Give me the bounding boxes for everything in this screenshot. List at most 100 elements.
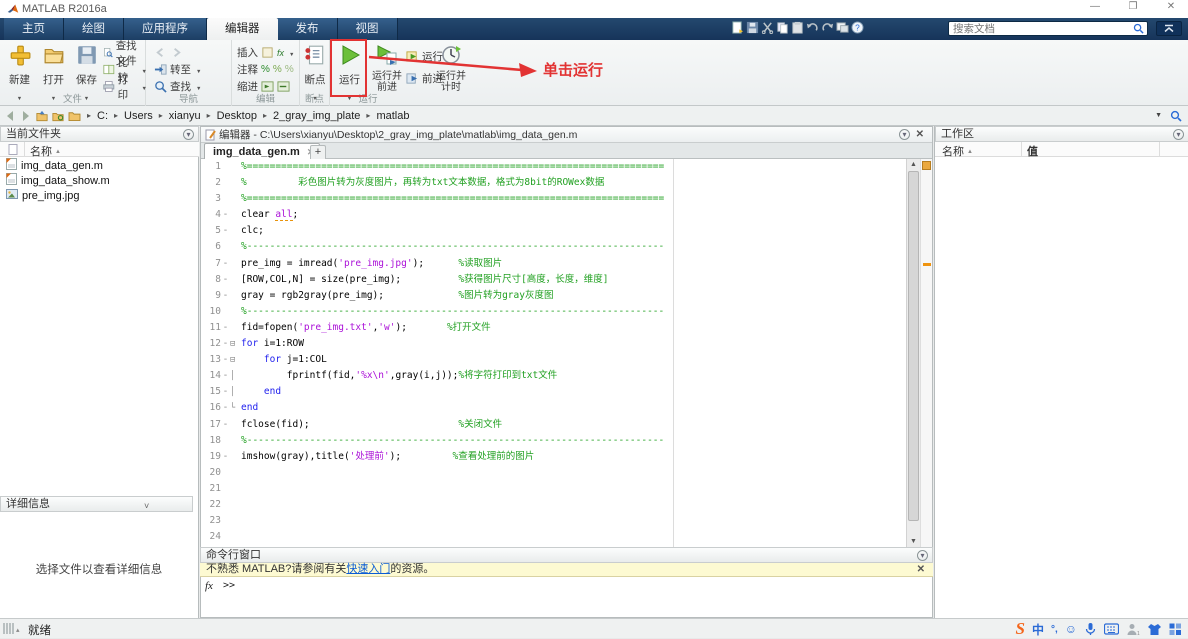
workspace-value-column[interactable]: 值 [1027, 143, 1038, 159]
folder-column-header[interactable]: 名称 [0, 142, 199, 157]
maximize-button[interactable]: ❐ [1118, 0, 1148, 16]
file-row[interactable]: img_data_show.m [0, 173, 199, 188]
code-line[interactable]: 11-fid=fopen('pre_img.txt','w'); %打开文件 [201, 320, 906, 336]
search-docs-input[interactable] [948, 21, 1148, 36]
ime-punctuation-icon[interactable]: °, [1051, 624, 1058, 635]
scroll-up-icon[interactable]: ▲ [907, 159, 920, 171]
breakpoints-button[interactable]: 断点 [299, 42, 331, 92]
cut-icon[interactable] [761, 21, 774, 34]
new-script-icon[interactable] [731, 21, 744, 34]
goto-button[interactable]: 转至 [154, 61, 228, 78]
code-line[interactable]: 9-gray = rgb2gray(pre_img); %图片转为gray灰度图 [201, 288, 906, 304]
analyzer-summary-icon[interactable] [922, 161, 931, 170]
forward-icon[interactable] [20, 110, 32, 122]
code-line[interactable]: 7-pre_img = imread('pre_img.jpg'); %读取图片 [201, 256, 906, 272]
new-tab-button[interactable]: + [310, 145, 326, 159]
details-chevron-icon[interactable]: ˅ [144, 499, 149, 514]
code-line[interactable]: 22 [201, 497, 906, 513]
up-folder-icon[interactable] [36, 110, 48, 122]
details-header[interactable]: 详细信息 ˅ [0, 496, 193, 512]
address-search-icon[interactable] [1170, 110, 1182, 122]
address-dropdown-icon[interactable]: ▼ [1155, 112, 1162, 119]
ime-keyboard-icon[interactable] [1104, 623, 1119, 635]
editor-menu-icon[interactable] [899, 129, 910, 140]
code-line[interactable]: 21 [201, 481, 906, 497]
undo-icon[interactable] [806, 21, 819, 34]
code-line[interactable]: 17-fclose(fid); %关闭文件 [201, 417, 906, 433]
ime-grid-icon[interactable] [1169, 623, 1182, 636]
minimize-button[interactable]: — [1080, 0, 1110, 16]
editor-tab[interactable]: img_data_gen.m ✕ [204, 143, 320, 159]
breadcrumb-part[interactable]: Desktop [217, 110, 257, 122]
ime-emoji-icon[interactable]: ☺ [1065, 622, 1077, 636]
back-icon[interactable] [4, 110, 16, 122]
search-icon[interactable] [1133, 23, 1144, 34]
open-button[interactable]: 打开 [37, 42, 70, 92]
code-line[interactable]: 13-⊟ for j=1:COL [201, 352, 906, 368]
status-grip-arrow-icon[interactable]: ▴ [16, 626, 20, 634]
workspace-column-header[interactable]: 名称 值 [935, 142, 1188, 157]
code-line[interactable]: 5-clc; [201, 223, 906, 239]
code-line[interactable]: 14-│ fprintf(fid,'%x\n',gray(i,j));%将字符打… [201, 368, 906, 384]
copy-icon[interactable] [776, 21, 789, 34]
workspace-name-column[interactable]: 名称 [942, 143, 973, 159]
code-line[interactable]: 23 [201, 513, 906, 529]
status-grip-icon[interactable] [3, 623, 14, 634]
nav-back-forward[interactable] [154, 44, 228, 61]
code-line[interactable]: 16-└end [201, 400, 906, 416]
ribbon-tab-6[interactable]: 视图 [338, 18, 398, 40]
code-line[interactable]: 19-imshow(gray),title('处理前'); %查看处理前的图片 [201, 449, 906, 465]
editor-close-icon[interactable]: ✕ [916, 128, 924, 142]
code-line[interactable]: 4-clear all; [201, 207, 906, 223]
save-button[interactable]: 保存 [70, 42, 103, 92]
ime-mic-icon[interactable] [1084, 622, 1097, 636]
breadcrumb-part[interactable]: Users [124, 110, 153, 122]
collapse-ribbon-button[interactable] [1156, 21, 1182, 36]
insert-button[interactable]: 插入 fx [237, 44, 299, 61]
breadcrumb-part[interactable]: matlab [376, 110, 409, 122]
sogou-logo-icon[interactable]: S [1015, 619, 1024, 639]
name-column-header[interactable]: 名称 [30, 143, 61, 159]
code-line[interactable]: 8-[ROW,COL,N] = size(pre_img); %获得图片尺寸[高… [201, 272, 906, 288]
ribbon-tab-5[interactable]: 发布 [278, 18, 338, 40]
run-time-button[interactable]: 运行并 计时 [434, 42, 468, 92]
file-row[interactable]: img_data_gen.m [0, 158, 199, 173]
file-row[interactable]: pre_img.jpg [0, 188, 199, 203]
code-line[interactable]: 18%-------------------------------------… [201, 433, 906, 449]
code-editor[interactable]: 1%======================================… [201, 159, 906, 548]
help-icon[interactable]: ? [851, 21, 864, 34]
code-line[interactable]: 2% 彩色图片转为灰度图片，再转为txt文本数据，格式为8bit的ROWex数据 [201, 175, 906, 191]
run-button[interactable]: 运行 [333, 42, 366, 92]
new-button[interactable]: 新建 [3, 42, 36, 92]
command-window[interactable]: fx >> [200, 577, 933, 618]
run-advance-button[interactable]: 运行并 前进 [370, 42, 404, 92]
code-line[interactable]: 20 [201, 465, 906, 481]
ribbon-tab-4[interactable]: 编辑器 [207, 18, 278, 40]
command-prompt[interactable]: >> [223, 580, 235, 591]
workspace-menu-icon[interactable] [1173, 129, 1184, 140]
breadcrumb-part[interactable]: C: [97, 110, 108, 122]
panel-menu-icon[interactable] [183, 129, 194, 140]
code-line[interactable]: 15-│ end [201, 384, 906, 400]
command-menu-icon[interactable] [917, 550, 928, 561]
ribbon-tab-1[interactable]: 主页 [4, 18, 64, 40]
breadcrumb[interactable]: ▸C:▸Users▸xianyu▸Desktop▸2_gray_img_plat… [68, 110, 409, 122]
code-line[interactable]: 3%======================================… [201, 191, 906, 207]
code-line[interactable]: 12-⊟for i=1:ROW [201, 336, 906, 352]
analyzer-warning-tick[interactable] [923, 263, 931, 266]
code-line[interactable]: 10%-------------------------------------… [201, 304, 906, 320]
code-line[interactable]: 1%======================================… [201, 159, 906, 175]
breadcrumb-part[interactable]: xianyu [169, 110, 201, 122]
ime-skin-person-icon[interactable]: 12 [1126, 623, 1140, 636]
layout-icon[interactable] [836, 21, 849, 34]
redo-icon[interactable] [821, 21, 834, 34]
ime-chinese-icon[interactable]: 中 [1032, 621, 1044, 638]
ime-skin-shirt-icon[interactable] [1147, 623, 1162, 636]
quick-start-link[interactable]: 快速入门 [346, 563, 390, 575]
breadcrumb-part[interactable]: 2_gray_img_plate [273, 110, 360, 122]
paste-icon[interactable] [791, 21, 804, 34]
scrollbar-thumb[interactable] [908, 171, 919, 521]
close-button[interactable]: ✕ [1156, 0, 1186, 16]
comment-button[interactable]: 注释 % % % [237, 61, 299, 78]
editor-scrollbar[interactable]: ▲ ▼ [906, 159, 920, 548]
